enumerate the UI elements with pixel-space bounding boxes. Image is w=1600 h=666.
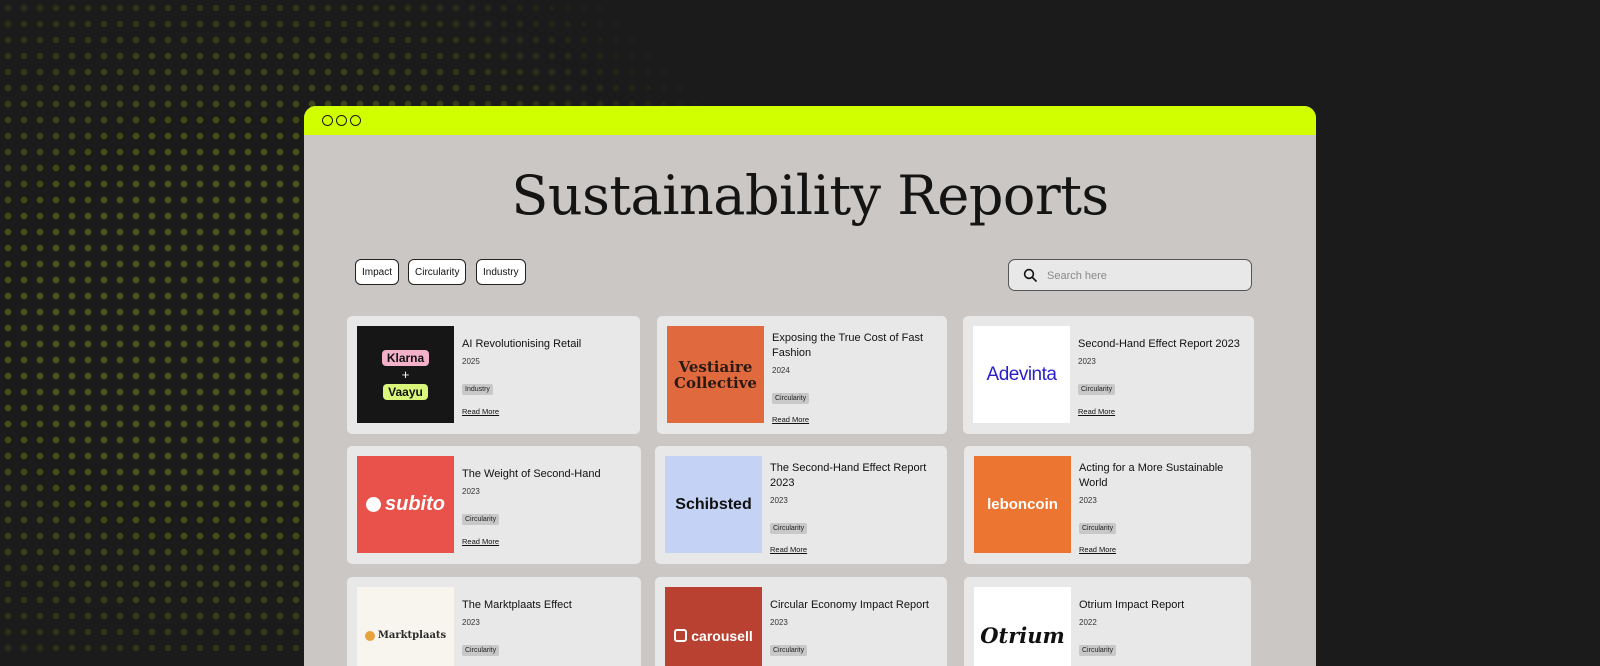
filter-circularity[interactable]: Circularity — [408, 259, 467, 285]
logo-otrium: Otrium — [974, 587, 1071, 666]
marktplaats-mark-icon — [364, 630, 375, 641]
read-more-link[interactable]: Read More — [770, 545, 807, 554]
report-year: 2023 — [1078, 357, 1096, 366]
logo-schibsted: Schibsted — [665, 456, 762, 553]
report-card[interactable]: Adevinta Second-Hand Effect Report 2023 … — [963, 316, 1254, 434]
read-more-link[interactable]: Read More — [1079, 545, 1116, 554]
report-year: 2024 — [772, 366, 790, 375]
report-year: 2023 — [770, 618, 788, 627]
report-tag: Circularity — [462, 514, 500, 525]
report-tag: Circularity — [1078, 384, 1116, 395]
report-year: 2023 — [462, 487, 480, 496]
read-more-link[interactable]: Read More — [772, 415, 809, 424]
report-title: Circular Economy Impact Report — [770, 599, 929, 611]
page-title: Sustainability Reports — [511, 164, 1109, 227]
report-title: Otrium Impact Report — [1079, 599, 1185, 611]
report-tag: Circularity — [770, 645, 808, 656]
report-card[interactable]: subito The Weight of Second-Hand 2023 Ci… — [347, 446, 641, 564]
logo-leboncoin: leboncoin — [974, 456, 1071, 553]
report-tag: Circularity — [770, 523, 808, 534]
logo-adevinta: Adevinta — [973, 326, 1070, 423]
carousell-mark-icon — [674, 629, 688, 642]
report-year: 2023 — [462, 618, 480, 627]
report-card[interactable]: Marktplaats The Marktplaats Effect 2023 … — [347, 577, 641, 666]
report-card[interactable]: Otrium Otrium Impact Report 2022 Circula… — [964, 577, 1251, 666]
logo-carousell: carousell — [665, 587, 762, 666]
filter-impact[interactable]: Impact — [355, 259, 400, 285]
search-input[interactable] — [1045, 266, 1239, 286]
report-tag: Circularity — [1079, 523, 1117, 534]
report-tag: Circularity — [462, 645, 500, 656]
search-icon — [1023, 268, 1037, 287]
logo-vestiaire-collective: Vestiaire Collective — [667, 326, 764, 423]
subito-mark-icon — [366, 497, 381, 512]
report-title: Acting for a More Sustainable World — [1079, 462, 1224, 489]
report-tag: Industry — [462, 384, 493, 395]
window-dot-icon — [350, 115, 361, 126]
report-title: The Second-Hand Effect Report 2023 — [770, 462, 927, 489]
window-dot-icon — [336, 115, 347, 126]
report-title: The Marktplaats Effect — [462, 599, 572, 611]
filter-industry[interactable]: Industry — [476, 259, 526, 285]
report-year: 2025 — [462, 357, 480, 366]
search-box[interactable] — [1008, 259, 1252, 291]
report-card[interactable]: Klarna + Vaayu AI Revolutionising Retail… — [347, 316, 640, 434]
logo-subito: subito — [357, 456, 454, 553]
report-card[interactable]: leboncoin Acting for a More Sustainable … — [964, 446, 1251, 564]
logo-klarna-vaayu: Klarna + Vaayu — [357, 326, 454, 423]
window-titlebar — [304, 106, 1316, 135]
window-dot-icon — [322, 115, 333, 126]
report-title: The Weight of Second-Hand — [462, 468, 601, 480]
read-more-link[interactable]: Read More — [1078, 407, 1115, 416]
report-tag: Circularity — [1079, 645, 1117, 656]
report-card[interactable]: Vestiaire Collective Exposing the True C… — [657, 316, 947, 434]
report-card[interactable]: Schibsted The Second-Hand Effect Report … — [655, 446, 947, 564]
report-title: Second-Hand Effect Report 2023 — [1078, 338, 1240, 350]
report-title: AI Revolutionising Retail — [462, 338, 582, 350]
report-title: Exposing the True Cost of Fast Fashion — [772, 332, 924, 359]
report-tag: Circularity — [772, 393, 810, 404]
report-year: 2023 — [770, 496, 788, 505]
read-more-link[interactable]: Read More — [462, 407, 499, 416]
browser-window: Sustainability Reports Impact Circularit… — [304, 106, 1316, 666]
report-year: 2023 — [1079, 496, 1097, 505]
logo-marktplaats: Marktplaats — [357, 587, 454, 666]
report-year: 2022 — [1079, 618, 1097, 627]
read-more-link[interactable]: Read More — [462, 537, 499, 546]
report-card[interactable]: carousell Circular Economy Impact Report… — [655, 577, 947, 666]
